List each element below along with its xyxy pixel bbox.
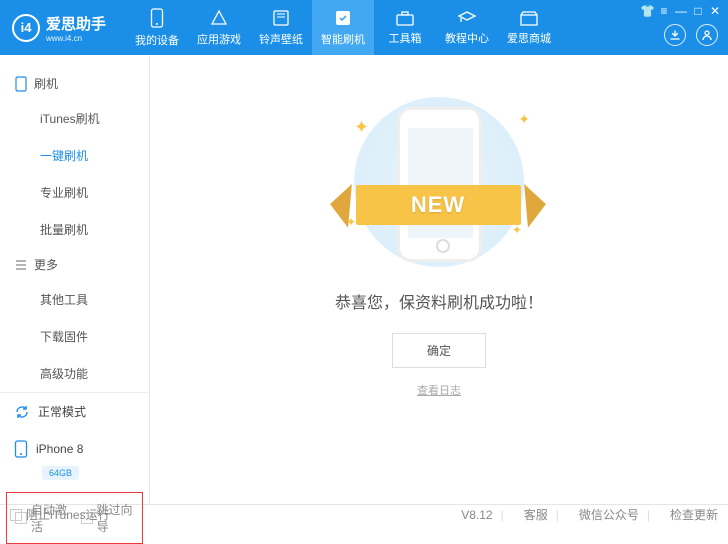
user-icon[interactable]: [696, 24, 718, 46]
storage-badge: 64GB: [42, 466, 79, 480]
support-link[interactable]: 客服: [524, 506, 548, 523]
sidebar-group-more: 更多: [0, 248, 149, 281]
shirt-icon[interactable]: 👕: [640, 4, 654, 18]
mode-label: 正常模式: [38, 403, 86, 420]
status-bar: 阻止iTunes运行 V8.12 | 客服 | 微信公众号 | 检查更新: [0, 504, 728, 524]
sidebar: 刷机 iTunes刷机 一键刷机 专业刷机 批量刷机 更多 其他工具 下载固件 …: [0, 55, 150, 504]
brand-url: www.i4.cn: [46, 34, 106, 43]
sidebar-item-download[interactable]: 下载固件: [0, 318, 149, 355]
tab-store[interactable]: 爱思商城: [498, 0, 560, 55]
device-mode[interactable]: 正常模式: [0, 393, 149, 430]
maximize-icon[interactable]: □: [691, 4, 705, 18]
menu-list-icon: [14, 258, 28, 272]
window-controls: 👕 ≡ — □ ✕: [640, 4, 722, 18]
phone-icon: [14, 76, 28, 92]
sidebar-item-advanced[interactable]: 高级功能: [0, 355, 149, 392]
phone-icon: [14, 440, 28, 458]
sidebar-item-other[interactable]: 其他工具: [0, 281, 149, 318]
sidebar-group-flash: 刷机: [0, 67, 149, 100]
block-itunes-checkbox[interactable]: 阻止iTunes运行: [10, 506, 110, 523]
download-icon[interactable]: [664, 24, 686, 46]
tab-ringtones[interactable]: 铃声壁纸: [250, 0, 312, 55]
update-link[interactable]: 检查更新: [670, 506, 718, 523]
success-message: 恭喜您，保资料刷机成功啦！: [335, 289, 543, 313]
sidebar-item-pro[interactable]: 专业刷机: [0, 174, 149, 211]
tab-apps[interactable]: 应用游戏: [188, 0, 250, 55]
version-label: V8.12: [461, 508, 492, 522]
view-log-link[interactable]: 查看日志: [417, 382, 461, 398]
tab-tutorial[interactable]: 教程中心: [436, 0, 498, 55]
logo-icon: i4: [12, 14, 40, 42]
main-content: ✦ ✦ ✦ ✦ NEW 恭喜您，保资料刷机成功啦！ 确定 查看日志: [150, 55, 728, 504]
device-name: iPhone 8: [36, 442, 83, 456]
tab-flash[interactable]: 智能刷机: [312, 0, 374, 55]
minimize-icon[interactable]: —: [674, 4, 688, 18]
device-row[interactable]: iPhone 8 64GB: [0, 430, 149, 486]
wechat-link[interactable]: 微信公众号: [579, 506, 639, 523]
logo: i4 爱思助手 www.i4.cn: [0, 13, 118, 43]
brand-title: 爱思助手: [46, 13, 106, 34]
confirm-button[interactable]: 确定: [392, 333, 486, 368]
sidebar-item-batch[interactable]: 批量刷机: [0, 211, 149, 248]
close-icon[interactable]: ✕: [708, 4, 722, 18]
tab-my-device[interactable]: 我的设备: [126, 0, 188, 55]
refresh-icon: [14, 404, 30, 420]
sidebar-item-oneclick[interactable]: 一键刷机: [0, 137, 149, 174]
new-banner: NEW: [356, 185, 521, 225]
success-illustration: ✦ ✦ ✦ ✦ NEW: [344, 97, 534, 267]
sidebar-item-itunes[interactable]: iTunes刷机: [0, 100, 149, 137]
menu-icon[interactable]: ≡: [657, 4, 671, 18]
main-tabs: 我的设备 应用游戏 铃声壁纸 智能刷机 工具箱 教程中心 爱思商城: [126, 0, 560, 55]
app-header: i4 爱思助手 www.i4.cn 我的设备 应用游戏 铃声壁纸 智能刷机 工具…: [0, 0, 728, 55]
tab-toolbox[interactable]: 工具箱: [374, 0, 436, 55]
